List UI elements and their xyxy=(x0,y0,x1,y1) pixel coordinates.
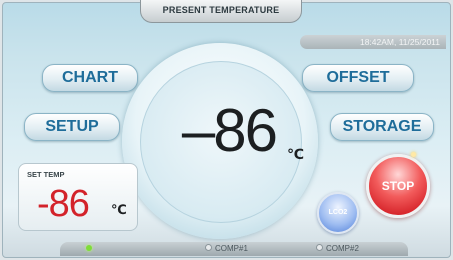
status-item-comp1: COMP#1 xyxy=(205,243,248,255)
set-temp-value: -86 xyxy=(37,183,90,225)
present-temperature-header: PRESENT TEMPERATURE xyxy=(140,0,302,23)
status-led-off-icon xyxy=(205,244,212,252)
set-temp-label: SET TEMP xyxy=(27,170,65,179)
stop-indicator-light xyxy=(411,152,416,157)
stop-button[interactable]: STOP xyxy=(366,154,430,218)
present-temperature-unit: ℃ xyxy=(287,146,304,162)
status-label-comp1: COMP#1 xyxy=(215,244,248,253)
present-temperature-title: PRESENT TEMPERATURE xyxy=(162,5,280,15)
status-led-on-icon xyxy=(86,244,92,251)
datetime-display: 18:42AM, 11/25/2011 xyxy=(300,35,446,49)
status-led-off-icon xyxy=(316,244,323,252)
status-item-running xyxy=(86,243,95,255)
lco2-button[interactable]: LCO2 xyxy=(317,192,359,234)
status-label-comp2: COMP#2 xyxy=(326,244,359,253)
setup-button[interactable]: SETUP xyxy=(24,113,120,141)
storage-button[interactable]: STORAGE xyxy=(330,113,434,141)
offset-button[interactable]: OFFSET xyxy=(302,64,414,92)
set-temp-panel[interactable]: SET TEMP -86 ℃ xyxy=(18,163,138,231)
status-item-comp2: COMP#2 xyxy=(316,243,359,255)
set-temp-unit: ℃ xyxy=(111,202,127,217)
chart-button[interactable]: CHART xyxy=(42,64,138,92)
present-temperature-value: –86 xyxy=(181,97,278,164)
